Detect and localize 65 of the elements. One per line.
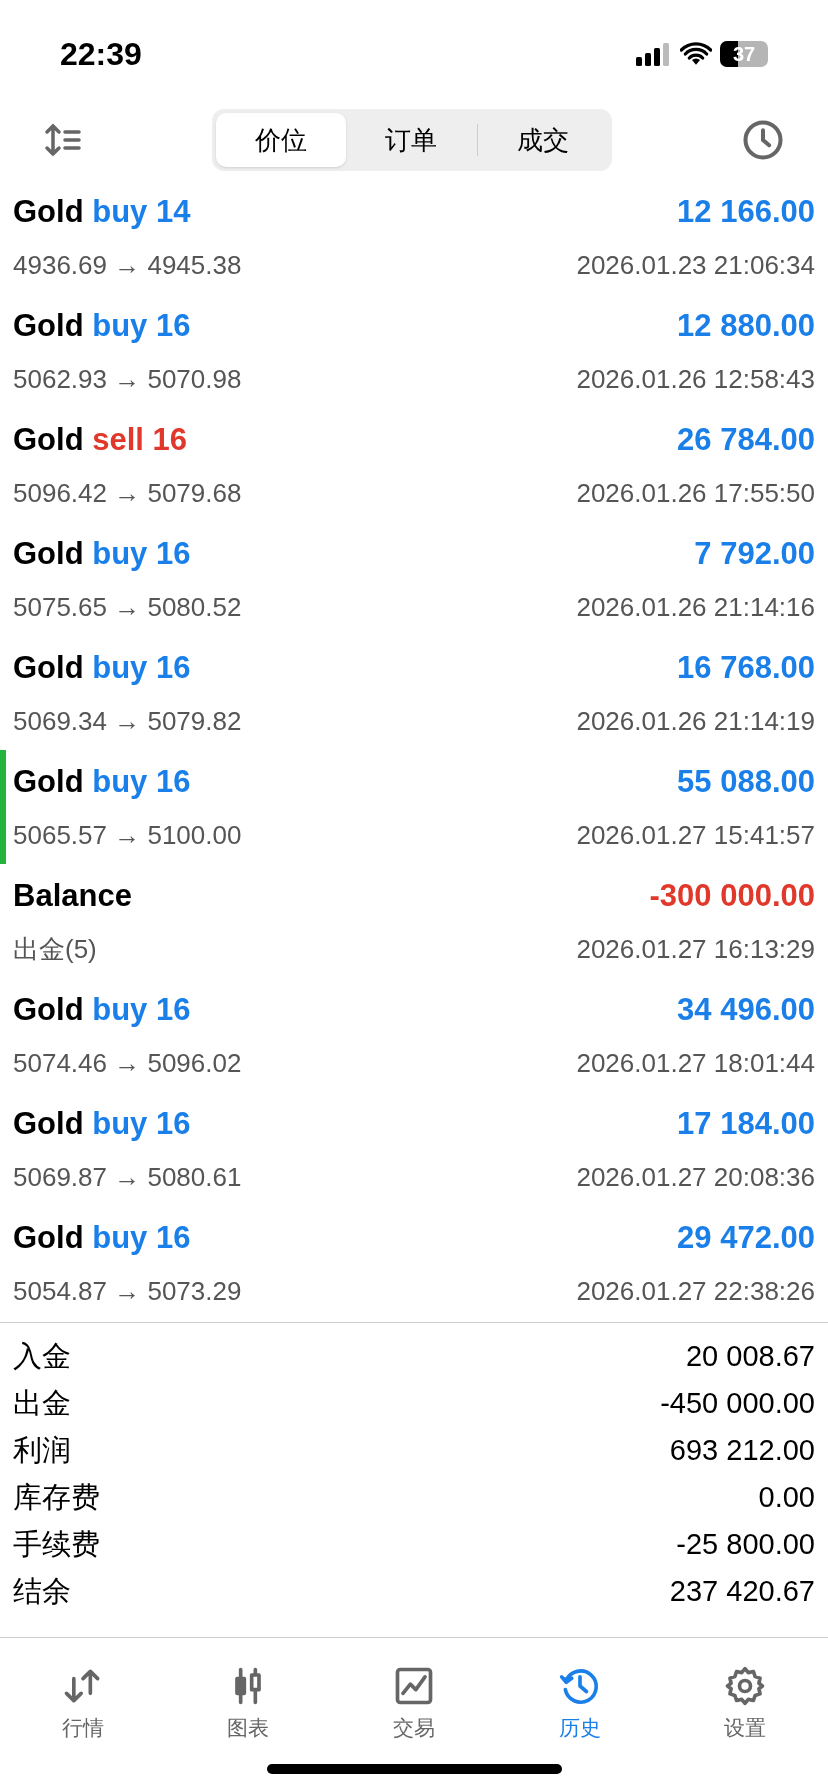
deal-time: 2026.01.23 21:06:34 [576, 248, 815, 282]
deal-prices: 5062.93 → 5070.98 [13, 362, 242, 396]
deal-time: 2026.01.27 22:38:26 [576, 1274, 815, 1308]
summary-value: 237 420.67 [669, 1573, 815, 1609]
summary-label: 手续费 [13, 1526, 100, 1562]
signal-icon [636, 42, 672, 66]
deal-title: Balance [13, 877, 132, 916]
deal-title: Gold buy 14 [13, 193, 191, 232]
deal-time: 2026.01.26 21:14:16 [576, 590, 815, 624]
summary-value: -450 000.00 [660, 1385, 815, 1421]
summary-label: 库存费 [13, 1479, 100, 1515]
deal-prices: 5096.42 → 5079.68 [13, 476, 242, 510]
deal-profit: 12 880.00 [677, 307, 815, 346]
deal-profit: 16 768.00 [677, 649, 815, 688]
summary-value: 693 212.00 [669, 1432, 815, 1468]
deal-time: 2026.01.26 12:58:43 [576, 362, 815, 396]
deal-profit: 7 792.00 [694, 535, 815, 574]
deal-profit: 55 088.00 [677, 763, 815, 802]
segment-tab[interactable]: 成交 [477, 113, 608, 167]
deal-prices: 4936.69 → 4945.38 [13, 248, 242, 282]
deal-prices: 5069.87 → 5080.61 [13, 1160, 242, 1194]
deal-title: Gold buy 16 [13, 763, 191, 802]
deal-prices: 5074.46 → 5096.02 [13, 1046, 242, 1080]
deal-time: 2026.01.27 20:08:36 [576, 1160, 815, 1194]
summary-label: 结余 [13, 1573, 71, 1609]
deal-time: 2026.01.27 18:01:44 [576, 1046, 815, 1080]
tab-bar-item[interactable]: 图表 [165, 1664, 332, 1744]
deal-profit: 26 784.00 [677, 421, 815, 460]
deal-comment: 出金(5) [13, 932, 97, 966]
status-time: 22:39 [60, 35, 142, 74]
summary-value: -25 800.00 [676, 1526, 815, 1562]
summary-label: 入金 [13, 1338, 71, 1374]
deal-prices: 5075.65 → 5080.52 [13, 590, 242, 624]
deal-title: Gold buy 16 [13, 1219, 191, 1258]
deal-time: 2026.01.26 17:55:50 [576, 476, 815, 510]
deal-profit: 29 472.00 [677, 1219, 815, 1258]
clock-icon[interactable] [742, 119, 784, 161]
summary-value: 20 008.67 [686, 1338, 815, 1374]
wifi-icon [680, 42, 712, 66]
deal-time: 2026.01.27 15:41:57 [576, 818, 815, 852]
deal-profit: 34 496.00 [677, 991, 815, 1030]
deal-profit: -300 000.00 [649, 877, 815, 916]
deal-title: Gold buy 16 [13, 307, 191, 346]
deal-title: Gold buy 16 [13, 991, 191, 1030]
tab-bar-item[interactable]: 历史 [496, 1664, 663, 1744]
deal-title: Gold buy 16 [13, 535, 191, 574]
deal-prices: 5069.34 → 5079.82 [13, 704, 242, 738]
tab-bar-item[interactable]: 设置 [662, 1664, 828, 1744]
tab-bar-item[interactable]: 行情 [0, 1664, 166, 1744]
deal-prices: 5065.57 → 5100.00 [13, 818, 242, 852]
deal-title: Gold buy 16 [13, 1105, 191, 1144]
deal-time: 2026.01.26 21:14:19 [576, 704, 815, 738]
deal-time: 2026.01.27 16:13:29 [576, 932, 815, 966]
segment-tab[interactable]: 订单 [346, 113, 477, 167]
segment-tab[interactable]: 价位 [216, 113, 347, 167]
tab-bar-item[interactable]: 交易 [331, 1664, 497, 1744]
summary-value: 0.00 [758, 1479, 815, 1515]
deal-profit: 17 184.00 [677, 1105, 815, 1144]
sort-icon[interactable] [44, 123, 82, 157]
deal-title: Gold sell 16 [13, 421, 188, 460]
summary-label: 出金 [13, 1385, 71, 1421]
summary-label: 利润 [13, 1432, 71, 1468]
deal-title: Gold buy 16 [13, 649, 191, 688]
deal-prices: 5054.87 → 5073.29 [13, 1274, 242, 1308]
deal-profit: 12 166.00 [677, 193, 815, 232]
